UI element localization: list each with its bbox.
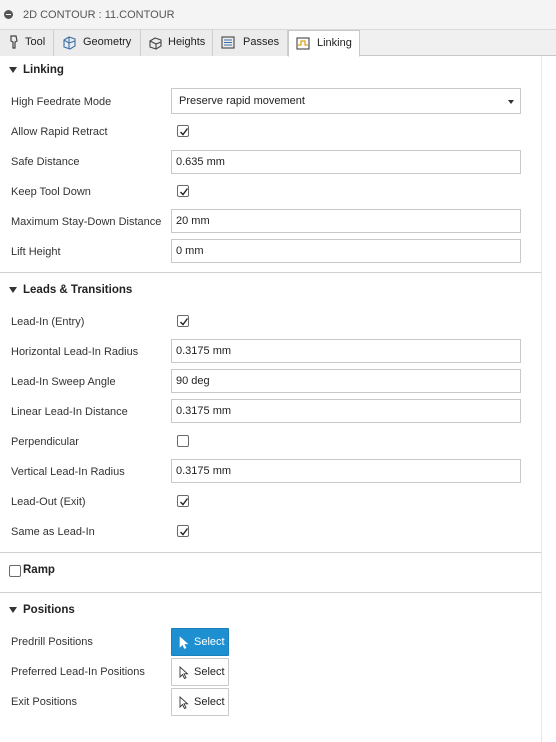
select-label: Select bbox=[194, 636, 225, 648]
linking-icon bbox=[296, 37, 310, 50]
same-as-lead-in-checkbox[interactable] bbox=[177, 525, 189, 537]
perpendicular-checkbox[interactable] bbox=[177, 435, 189, 447]
select-label: Select bbox=[194, 666, 225, 678]
perpendicular-label: Perpendicular bbox=[11, 436, 79, 448]
preferred-lead-in-positions-label: Preferred Lead-In Positions bbox=[11, 666, 145, 678]
exit-positions-label: Exit Positions bbox=[11, 696, 78, 708]
linear-lead-in-distance-label: Linear Lead-In Distance bbox=[11, 406, 128, 418]
safe-distance-label: Safe Distance bbox=[11, 156, 80, 168]
section-positions-header[interactable]: Positions bbox=[0, 601, 541, 623]
collapse-icon[interactable] bbox=[4, 10, 13, 19]
lead-in-sweep-angle-label: Lead-In Sweep Angle bbox=[11, 376, 116, 388]
selected-value: Preserve rapid movement bbox=[179, 95, 305, 107]
checkmark-icon bbox=[180, 188, 189, 196]
section-title: Positions bbox=[23, 604, 75, 616]
cursor-icon bbox=[179, 696, 189, 709]
expand-triangle-icon bbox=[9, 607, 17, 613]
section-ramp-header[interactable]: Ramp bbox=[0, 561, 541, 583]
allow-rapid-retract-label: Allow Rapid Retract bbox=[11, 126, 108, 138]
keep-tool-down-label: Keep Tool Down bbox=[11, 186, 91, 198]
cursor-icon bbox=[179, 636, 189, 649]
tab-tool[interactable]: Tool bbox=[0, 30, 54, 56]
section-title: Ramp bbox=[23, 564, 55, 576]
tab-label: Passes bbox=[243, 36, 280, 48]
high-feedrate-mode-select[interactable]: Preserve rapid movement bbox=[171, 88, 521, 114]
lead-in-label: Lead-In (Entry) bbox=[11, 316, 85, 328]
tool-icon bbox=[10, 35, 18, 49]
max-stay-down-label: Maximum Stay-Down Distance bbox=[11, 216, 162, 228]
lift-height-input[interactable]: 0 mm bbox=[171, 239, 521, 263]
tab-label: Heights bbox=[168, 36, 206, 48]
cursor-icon bbox=[179, 666, 189, 679]
lift-height-label: Lift Height bbox=[11, 246, 61, 258]
section-divider bbox=[0, 552, 541, 553]
tab-label: Tool bbox=[25, 36, 46, 48]
heights-icon bbox=[149, 37, 162, 50]
tab-heights[interactable]: Heights bbox=[141, 30, 213, 56]
max-stay-down-input[interactable]: 20 mm bbox=[171, 209, 521, 233]
section-linking-header[interactable]: Linking bbox=[0, 61, 541, 83]
expand-triangle-icon bbox=[9, 67, 17, 73]
tab-label: Linking bbox=[317, 37, 352, 49]
tab-passes[interactable]: Passes bbox=[213, 30, 288, 56]
section-divider bbox=[0, 592, 541, 593]
title-bar: 2D CONTOUR : 11.CONTOUR bbox=[0, 0, 556, 30]
tab-label: Geometry bbox=[83, 36, 132, 48]
expand-triangle-icon bbox=[9, 287, 17, 293]
lead-in-checkbox[interactable] bbox=[177, 315, 189, 327]
preferred-lead-in-select-button[interactable]: Select bbox=[171, 658, 229, 686]
keep-tool-down-checkbox[interactable] bbox=[177, 185, 189, 197]
vertical-lead-in-radius-input[interactable]: 0.3175 mm bbox=[171, 459, 521, 483]
section-title: Linking bbox=[23, 64, 64, 76]
high-feedrate-mode-label: High Feedrate Mode bbox=[11, 96, 112, 108]
same-as-lead-in-label: Same as Lead-In bbox=[11, 526, 95, 538]
dropdown-arrow-icon bbox=[508, 100, 514, 104]
exit-select-button[interactable]: Select bbox=[171, 688, 229, 716]
lead-out-label: Lead-Out (Exit) bbox=[11, 496, 86, 508]
panel-edge bbox=[541, 56, 542, 742]
section-leads-header[interactable]: Leads & Transitions bbox=[0, 281, 541, 303]
predrill-positions-label: Predrill Positions bbox=[11, 636, 93, 648]
checkmark-icon bbox=[180, 128, 189, 136]
checkmark-icon bbox=[180, 498, 189, 506]
vertical-lead-in-radius-label: Vertical Lead-In Radius bbox=[11, 466, 125, 478]
lead-in-sweep-angle-input[interactable]: 90 deg bbox=[171, 369, 521, 393]
select-label: Select bbox=[194, 696, 225, 708]
section-divider bbox=[0, 272, 541, 273]
allow-rapid-retract-checkbox[interactable] bbox=[177, 125, 189, 137]
window-title: 2D CONTOUR : 11.CONTOUR bbox=[23, 9, 175, 21]
predrill-select-button[interactable]: Select bbox=[171, 628, 229, 656]
ramp-checkbox[interactable] bbox=[9, 565, 21, 577]
checkmark-icon bbox=[180, 318, 189, 326]
safe-distance-input[interactable]: 0.635 mm bbox=[171, 150, 521, 174]
tab-linking[interactable]: Linking bbox=[288, 30, 360, 57]
linear-lead-in-distance-input[interactable]: 0.3175 mm bbox=[171, 399, 521, 423]
tab-bar: Tool Geometry Heights Passes Linking bbox=[0, 30, 556, 57]
tab-geometry[interactable]: Geometry bbox=[54, 30, 141, 56]
section-title: Leads & Transitions bbox=[23, 284, 133, 296]
geometry-icon bbox=[63, 36, 76, 50]
horizontal-lead-in-radius-label: Horizontal Lead-In Radius bbox=[11, 346, 139, 358]
horizontal-lead-in-radius-input[interactable]: 0.3175 mm bbox=[171, 339, 521, 363]
checkmark-icon bbox=[180, 528, 189, 536]
lead-out-checkbox[interactable] bbox=[177, 495, 189, 507]
passes-icon bbox=[221, 36, 235, 49]
